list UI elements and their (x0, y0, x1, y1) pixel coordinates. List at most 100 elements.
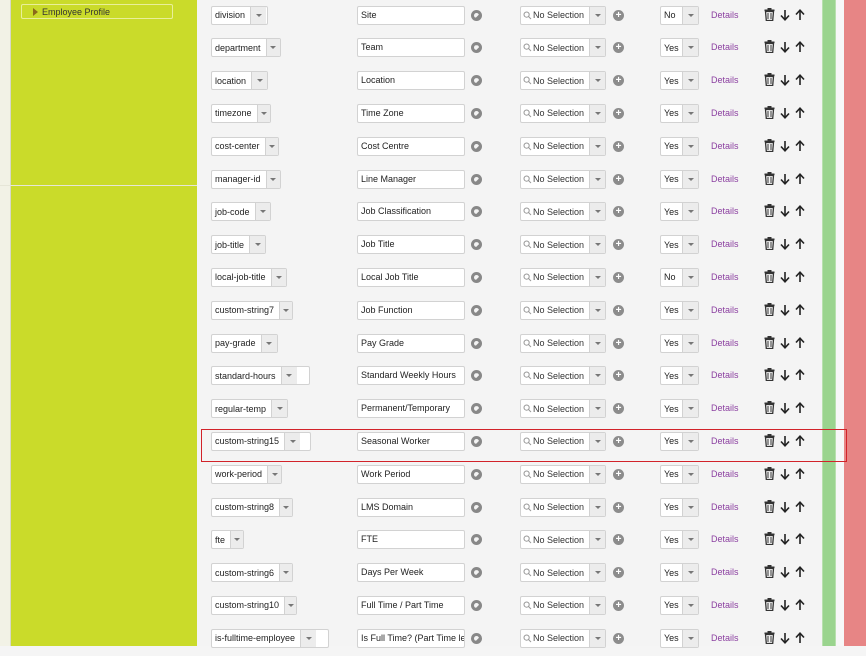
chevron-down-icon[interactable] (682, 531, 698, 549)
field-label-input[interactable]: Local Job Title (357, 267, 465, 287)
field-key-select[interactable]: fte (211, 530, 244, 550)
required-select[interactable]: Yes (660, 71, 699, 91)
plus-circle-icon[interactable]: + (613, 304, 624, 316)
globe-icon[interactable] (471, 403, 482, 415)
required-select[interactable]: Yes (660, 464, 699, 484)
field-label-input[interactable]: Team (357, 38, 465, 58)
details-link[interactable]: Details (711, 338, 739, 348)
chevron-down-icon[interactable] (589, 564, 605, 582)
picklist-select[interactable]: No Selection (520, 5, 606, 25)
arrow-down-icon[interactable] (780, 9, 790, 21)
details-link[interactable]: Details (711, 206, 739, 216)
globe-icon[interactable] (471, 173, 482, 185)
chevron-down-icon[interactable] (265, 39, 280, 57)
chevron-down-icon[interactable] (270, 268, 286, 286)
chevron-down-icon[interactable] (589, 137, 605, 155)
chevron-down-icon[interactable] (280, 367, 297, 385)
plus-circle-icon[interactable]: + (613, 370, 624, 382)
picklist-select[interactable]: No Selection (520, 71, 606, 91)
picklist-select[interactable]: No Selection (520, 464, 606, 484)
trash-icon[interactable] (764, 401, 775, 415)
plus-circle-icon[interactable]: + (613, 107, 624, 119)
arrow-down-icon[interactable] (780, 533, 790, 546)
field-key-select[interactable]: custom-string7 (211, 300, 293, 320)
trash-icon[interactable] (764, 630, 775, 644)
plus-circle-icon[interactable]: + (613, 468, 624, 480)
arrow-up-icon[interactable] (795, 106, 805, 119)
required-select[interactable]: Yes (660, 103, 699, 123)
chevron-down-icon[interactable] (682, 432, 698, 450)
trash-icon[interactable] (764, 40, 775, 54)
required-select[interactable]: No (660, 5, 699, 25)
field-label-input[interactable]: Standard Weekly Hours (357, 366, 465, 386)
field-label-input[interactable]: Cost Centre (357, 136, 465, 156)
chevron-down-icon[interactable] (682, 465, 698, 483)
arrow-down-icon[interactable] (780, 632, 790, 644)
plus-circle-icon[interactable]: + (613, 337, 624, 349)
globe-icon[interactable] (471, 206, 482, 218)
chevron-down-icon[interactable] (589, 531, 605, 549)
field-label-input[interactable]: Job Classification (357, 202, 465, 222)
field-label-input[interactable]: Time Zone (357, 103, 465, 123)
picklist-select[interactable]: No Selection (520, 497, 606, 517)
picklist-select[interactable]: No Selection (520, 431, 606, 451)
chevron-down-icon[interactable] (682, 301, 698, 319)
field-key-select[interactable]: manager-id (211, 169, 281, 189)
chevron-down-icon[interactable] (589, 203, 605, 221)
field-key-select[interactable]: department (211, 38, 281, 58)
trash-icon[interactable] (764, 466, 775, 480)
plus-circle-icon[interactable]: + (613, 599, 624, 611)
arrow-up-icon[interactable] (795, 631, 805, 644)
arrow-up-icon[interactable] (795, 533, 805, 545)
chevron-down-icon[interactable] (682, 72, 698, 90)
chevron-down-icon[interactable] (682, 564, 698, 582)
globe-icon[interactable] (471, 9, 482, 21)
chevron-down-icon[interactable] (267, 465, 281, 483)
details-link[interactable]: Details (711, 469, 739, 479)
chevron-down-icon[interactable] (682, 104, 698, 122)
expand-arrow-icon[interactable] (33, 8, 38, 16)
required-select[interactable]: Yes (660, 530, 699, 550)
globe-icon[interactable] (471, 534, 482, 546)
chevron-down-icon[interactable] (682, 334, 698, 352)
chevron-down-icon[interactable] (230, 531, 243, 549)
trash-icon[interactable] (764, 138, 775, 152)
arrow-up-icon[interactable] (795, 336, 805, 349)
arrow-up-icon[interactable] (795, 205, 805, 217)
chevron-down-icon[interactable] (249, 236, 265, 254)
globe-icon[interactable] (471, 75, 482, 87)
arrow-up-icon[interactable] (795, 598, 805, 611)
details-link[interactable]: Details (711, 108, 739, 118)
trash-icon[interactable] (764, 565, 775, 579)
globe-icon[interactable] (471, 567, 482, 579)
field-key-select[interactable]: is-fulltime-employee (211, 628, 329, 648)
globe-icon[interactable] (471, 501, 482, 513)
picklist-select[interactable]: No Selection (520, 366, 606, 386)
field-key-select[interactable]: local-job-title (211, 267, 287, 287)
plus-circle-icon[interactable]: + (613, 173, 624, 185)
required-select[interactable]: Yes (660, 202, 699, 222)
arrow-up-icon[interactable] (795, 238, 805, 250)
picklist-select[interactable]: No Selection (520, 103, 606, 123)
arrow-down-icon[interactable] (780, 205, 790, 218)
arrow-up-icon[interactable] (795, 303, 805, 316)
arrow-up-icon[interactable] (795, 41, 805, 53)
field-key-select[interactable]: job-title (211, 235, 266, 255)
globe-icon[interactable] (471, 271, 482, 283)
required-select[interactable]: Yes (660, 595, 699, 615)
field-label-input[interactable]: Job Title (357, 235, 465, 255)
field-label-input[interactable]: Line Manager (357, 169, 465, 189)
chevron-down-icon[interactable] (589, 72, 605, 90)
details-link[interactable]: Details (711, 403, 739, 413)
chevron-down-icon[interactable] (682, 596, 698, 614)
field-label-input[interactable]: Pay Grade (357, 333, 465, 353)
field-label-input[interactable]: Work Period (357, 464, 465, 484)
plus-circle-icon[interactable]: + (613, 567, 624, 579)
arrow-down-icon[interactable] (780, 304, 790, 316)
globe-icon[interactable] (471, 468, 482, 480)
field-key-select[interactable]: regular-temp (211, 399, 288, 419)
trash-icon[interactable] (764, 499, 775, 513)
plus-circle-icon[interactable]: + (613, 501, 624, 513)
picklist-select[interactable]: No Selection (520, 300, 606, 320)
chevron-down-icon[interactable] (589, 629, 605, 647)
